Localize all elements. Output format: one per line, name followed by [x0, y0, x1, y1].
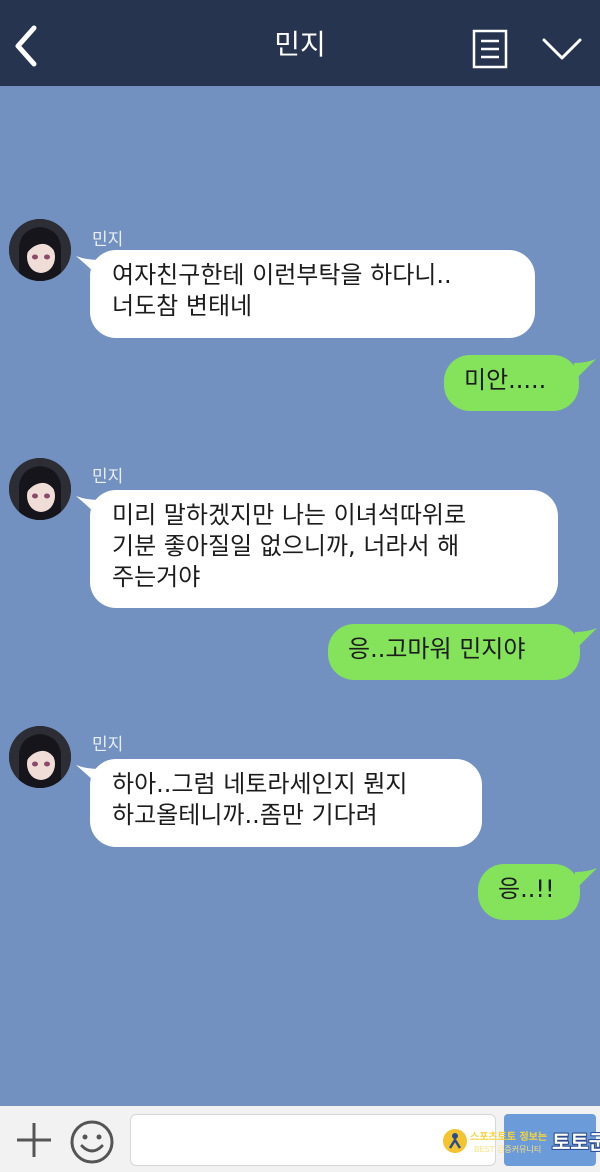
avatar-icon [9, 458, 71, 520]
attach-button[interactable] [14, 1120, 54, 1160]
sender-name: 민지 [92, 230, 124, 250]
sender-name: 민지 [92, 735, 124, 755]
avatar[interactable] [9, 219, 71, 281]
bubble-tail [575, 628, 597, 650]
emoji-icon [70, 1120, 114, 1164]
menu-button[interactable] [470, 28, 510, 70]
watermark: 스포츠토토 정보는 BEST 검증커뮤니티 토토군 [440, 1124, 600, 1172]
avatar-icon [9, 219, 71, 281]
avatar-icon [9, 726, 71, 788]
bubble-tail [575, 868, 597, 890]
message-bubble-incoming: 미리 말하겠지만 나는 이녀석따위로 기분 좋아질일 없으니까, 너라서 해 주… [90, 490, 558, 608]
chat-area[interactable]: 민지 여자친구한테 이런부탁을 하다니.. 너도참 변태네 미안..... 민지… [0, 86, 600, 1106]
chevron-down-icon [542, 38, 582, 60]
message-bubble-incoming: 여자친구한테 이런부탁을 하다니.. 너도참 변태네 [90, 250, 535, 338]
sender-name: 민지 [92, 467, 124, 487]
watermark-logo-icon [443, 1129, 467, 1153]
message-bubble-incoming: 하아..그럼 네토라세인지 뭔지 하고올테니까..좀만 기다려 [90, 759, 482, 847]
watermark-brand: 토토군 [552, 1130, 600, 1154]
watermark-line2: BEST 검증커뮤니티 [474, 1145, 542, 1154]
plus-icon [17, 1123, 51, 1157]
watermark-line1: 스포츠토토 정보는 [470, 1132, 548, 1143]
back-arrow-icon [15, 25, 37, 67]
back-button[interactable] [10, 24, 46, 68]
emoji-button[interactable] [68, 1118, 116, 1166]
message-bubble-outgoing: 응..고마워 민지야 [328, 624, 580, 680]
chat-title: 민지 [274, 28, 326, 61]
menu-list-icon [472, 29, 508, 69]
avatar[interactable] [9, 726, 71, 788]
message-bubble-outgoing: 미안..... [444, 355, 579, 411]
avatar[interactable] [9, 458, 71, 520]
bubble-tail [574, 359, 596, 381]
message-bubble-outgoing: 응..!! [478, 864, 580, 920]
chat-header: 민지 [0, 0, 600, 86]
collapse-button[interactable] [540, 34, 584, 64]
